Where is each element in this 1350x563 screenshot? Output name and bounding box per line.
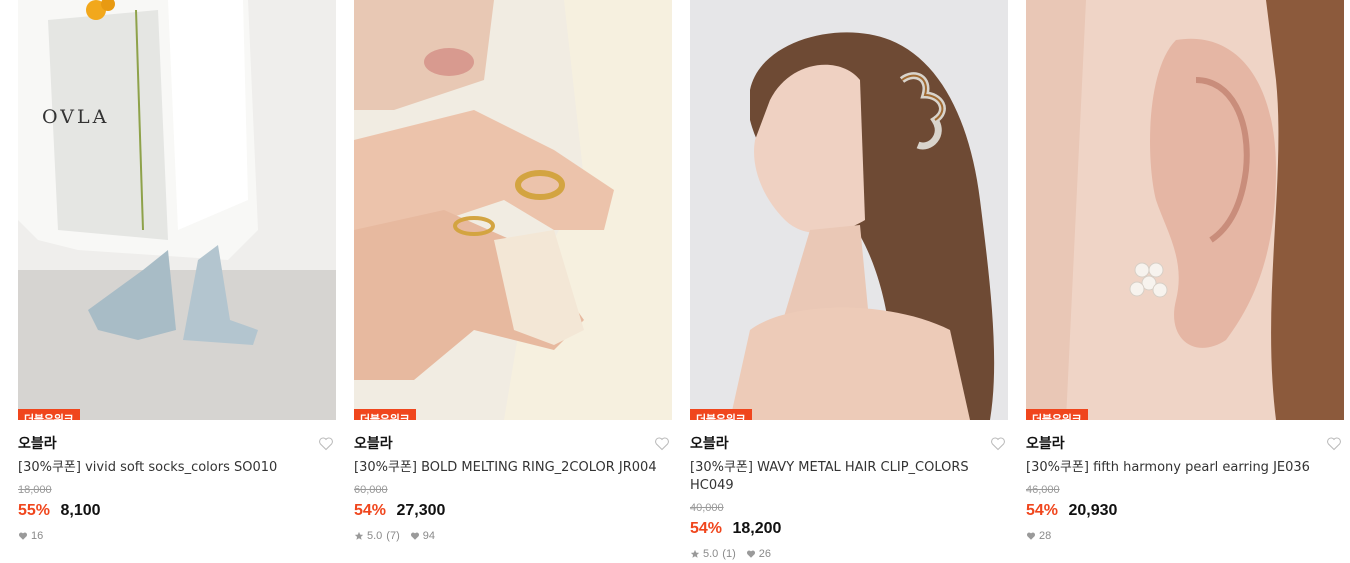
- like-count: 28: [1039, 530, 1052, 542]
- rating-value: 5.0: [367, 530, 383, 542]
- original-price: 18,000: [18, 484, 52, 496]
- heart-filled-icon: [18, 531, 28, 541]
- wishlist-heart-icon[interactable]: [990, 436, 1006, 451]
- heart-filled-icon: [1026, 531, 1036, 541]
- product-title[interactable]: [30%쿠폰] fifth harmony pearl earring JE03…: [1026, 459, 1344, 477]
- event-badge: 더블유위크: [18, 409, 80, 420]
- wishlist-heart-icon[interactable]: [654, 436, 670, 451]
- review-count: (7): [386, 530, 400, 542]
- product-image[interactable]: 더블유위크: [354, 0, 672, 420]
- discount-rate: 55%: [18, 502, 51, 519]
- event-badge: 더블유위크: [354, 409, 416, 420]
- heart-filled-icon: [410, 531, 420, 541]
- heart-filled-icon: [746, 549, 756, 559]
- product-title[interactable]: [30%쿠폰] WAVY METAL HAIR CLIP_COLORS HC04…: [690, 459, 1008, 495]
- like-count: 26: [758, 548, 771, 560]
- wishlist-heart-icon[interactable]: [1326, 436, 1342, 451]
- star-icon: [354, 531, 364, 541]
- product-image[interactable]: 더블유위크: [690, 0, 1008, 420]
- product-title[interactable]: [30%쿠폰] vivid soft socks_colors SO010: [18, 459, 336, 477]
- original-price: 46,000: [1026, 484, 1060, 496]
- product-card[interactable]: 더블유위크 오블라 [30%쿠폰] WAVY METAL HAIR CLIP_C…: [690, 0, 1008, 561]
- product-card[interactable]: OVLA 더블유위크 오블라 [30%쿠폰] vivid soft socks_…: [18, 0, 336, 543]
- sale-price: 18,200: [732, 520, 782, 537]
- star-icon: [690, 549, 700, 559]
- brand-name[interactable]: 오블라: [18, 435, 336, 453]
- brand-name[interactable]: 오블라: [1026, 435, 1344, 453]
- rating-value: 5.0: [703, 548, 719, 560]
- sale-price: 8,100: [60, 502, 101, 519]
- discount-rate: 54%: [354, 502, 387, 519]
- product-title[interactable]: [30%쿠폰] BOLD MELTING RING_2COLOR JR004: [354, 459, 672, 477]
- product-card[interactable]: 더블유위크 오블라 [30%쿠폰] fifth harmony pearl ea…: [1026, 0, 1344, 543]
- event-badge: 더블유위크: [690, 409, 752, 420]
- product-image[interactable]: 더블유위크: [1026, 0, 1344, 420]
- product-card[interactable]: 더블유위크 오블라 [30%쿠폰] BOLD MELTING RING_2COL…: [354, 0, 672, 543]
- original-price: 40,000: [690, 502, 724, 514]
- sale-price: 20,930: [1068, 502, 1118, 519]
- wishlist-heart-icon[interactable]: [318, 436, 334, 451]
- image-brand-text: OVLA: [42, 106, 110, 128]
- like-count: 16: [31, 530, 44, 542]
- brand-name[interactable]: 오블라: [690, 435, 1008, 453]
- sale-price: 27,300: [396, 502, 446, 519]
- like-count: 94: [422, 530, 435, 542]
- product-grid: OVLA 더블유위크 오블라 [30%쿠폰] vivid soft socks_…: [0, 0, 1350, 563]
- review-count: (1): [722, 548, 736, 560]
- discount-rate: 54%: [690, 520, 723, 537]
- original-price: 60,000: [354, 484, 388, 496]
- brand-name[interactable]: 오블라: [354, 435, 672, 453]
- discount-rate: 54%: [1026, 502, 1059, 519]
- product-image[interactable]: OVLA 더블유위크: [18, 0, 336, 420]
- event-badge: 더블유위크: [1026, 409, 1088, 420]
